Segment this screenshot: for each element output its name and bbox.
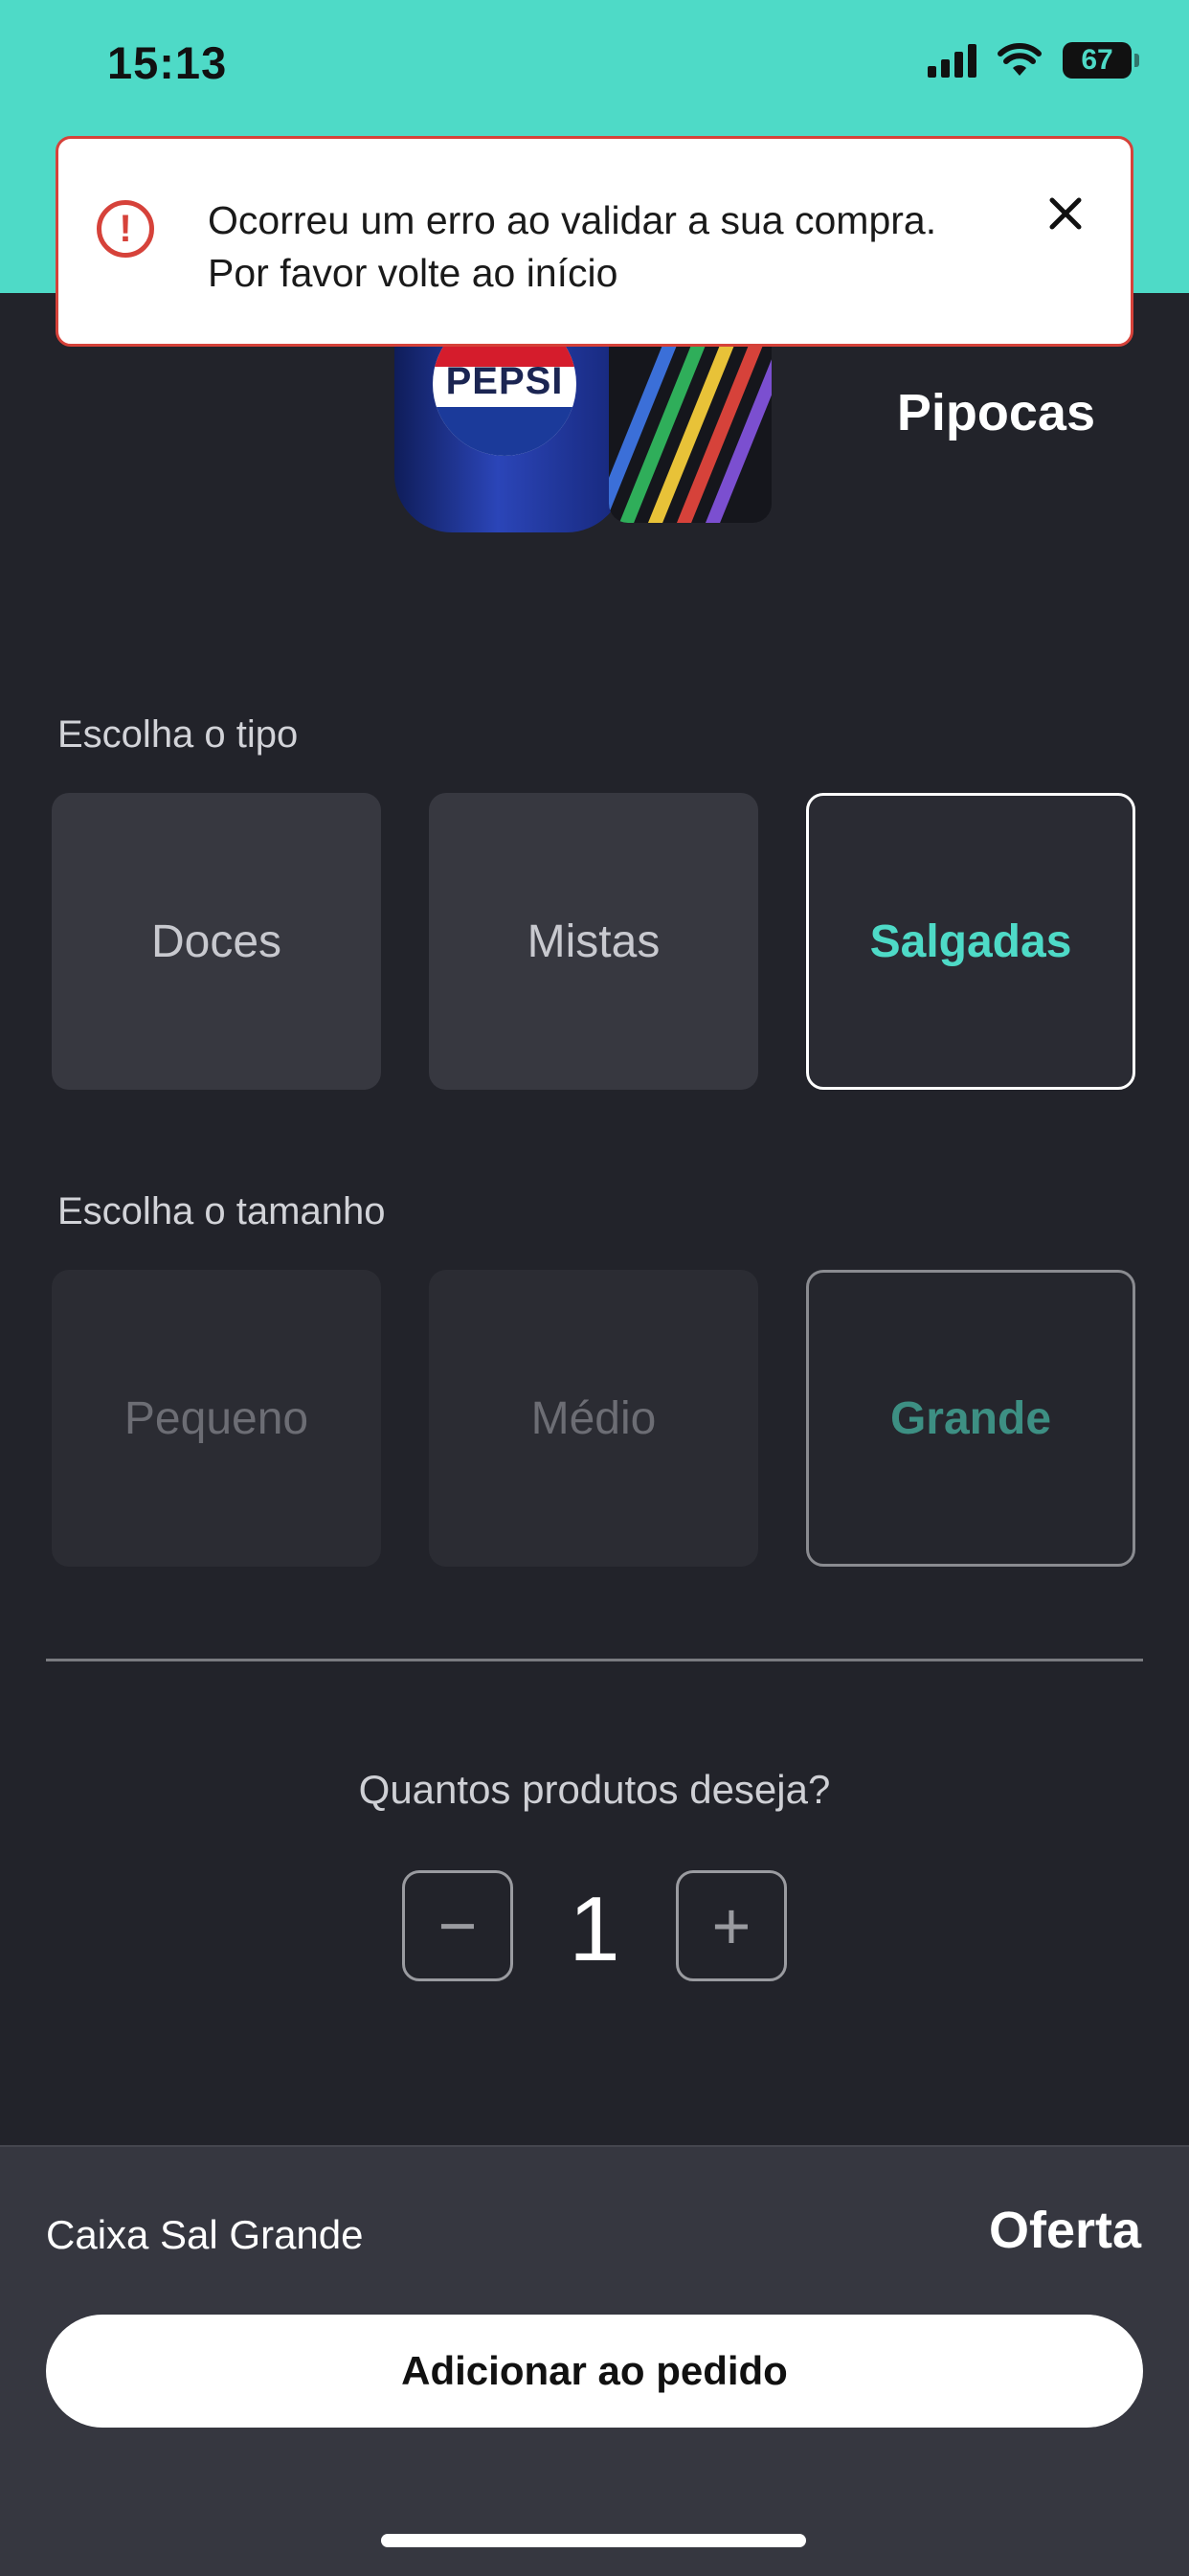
size-option-pequeno[interactable]: Pequeno <box>52 1270 381 1567</box>
minus-icon: − <box>437 1888 478 1963</box>
plus-icon: + <box>711 1888 752 1963</box>
quantity-label: Quantos produtos deseja? <box>358 1767 831 1812</box>
divider <box>46 1659 1143 1661</box>
category-title: Pipocas <box>896 384 1095 441</box>
type-section-label: Escolha o tipo <box>57 713 299 756</box>
error-message: Ocorreu um erro ao validar a sua compra.… <box>208 194 993 300</box>
battery-level: 67 <box>1081 44 1113 76</box>
pepsi-logo-text: PEPSI <box>445 360 564 402</box>
size-section-label: Escolha o tamanho <box>57 1190 386 1232</box>
error-message-line-1: Ocorreu um erro ao validar a sua compra. <box>208 198 937 242</box>
status-time: 15:13 <box>107 37 228 88</box>
error-alert-icon: ! <box>97 200 154 258</box>
error-toast: ! Ocorreu um erro ao validar a sua compr… <box>56 136 1133 347</box>
close-x-glyph <box>1049 197 1082 230</box>
decrement-button[interactable]: − <box>402 1870 513 1981</box>
battery-icon: 67 <box>1063 42 1139 79</box>
type-option-salgadas[interactable]: Salgadas <box>806 793 1135 1090</box>
add-to-order-button[interactable]: Adicionar ao pedido <box>46 2315 1143 2428</box>
close-icon[interactable] <box>1041 189 1090 238</box>
type-option-doces[interactable]: Doces <box>52 793 381 1090</box>
status-icons: 67 <box>928 42 1139 79</box>
type-option-mistas[interactable]: Mistas <box>429 793 758 1090</box>
size-option-medio[interactable]: Médio <box>429 1270 758 1567</box>
item-name: Caixa Sal Grande <box>46 2212 364 2257</box>
item-price: Oferta <box>988 2202 1141 2259</box>
error-message-line-2: Por favor volte ao início <box>208 251 618 295</box>
home-indicator <box>381 2534 806 2547</box>
size-option-grande[interactable]: Grande <box>806 1270 1135 1567</box>
quantity-value: 1 <box>569 1878 620 1980</box>
increment-button[interactable]: + <box>676 1870 787 1981</box>
wifi-icon <box>998 43 1042 76</box>
cellular-signal-icon <box>928 43 976 78</box>
